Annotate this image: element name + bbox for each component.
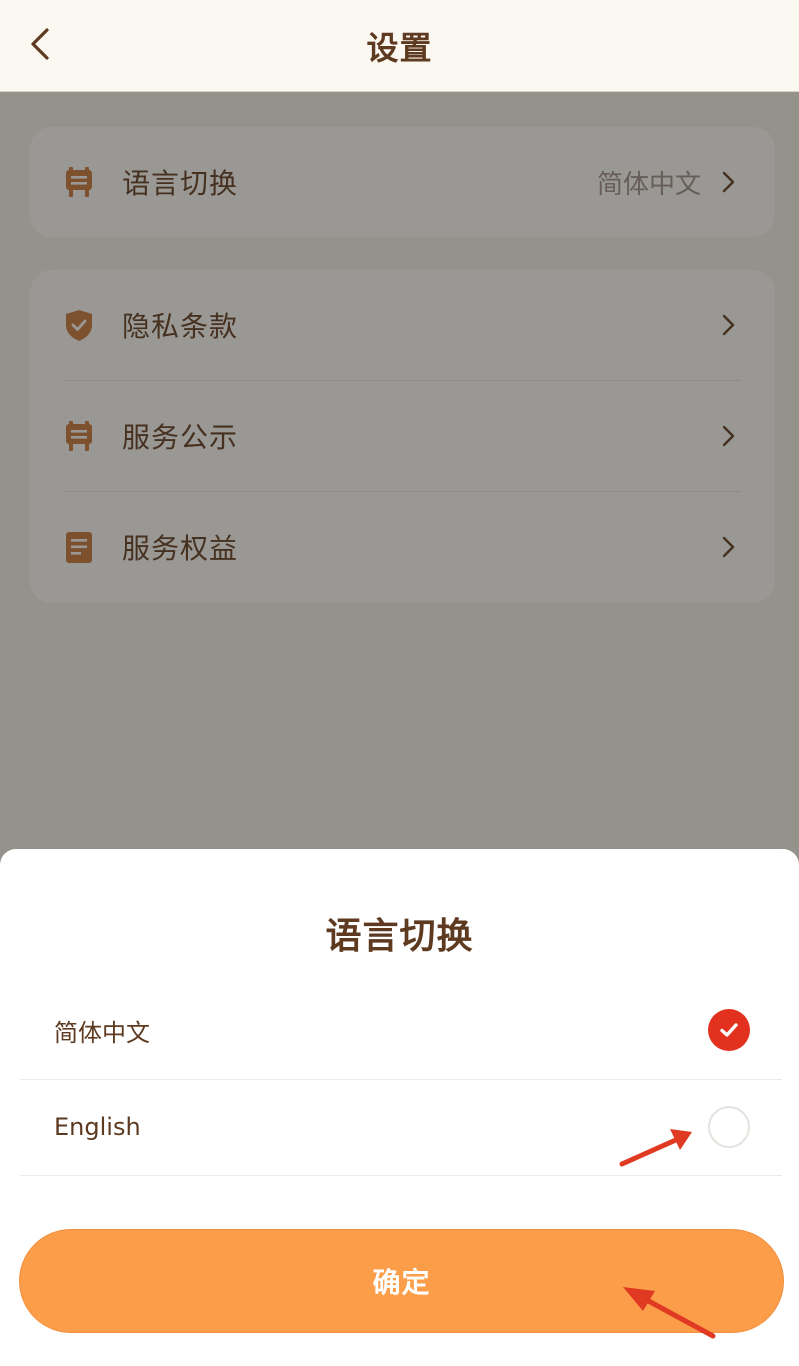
language-option-label: English xyxy=(54,1113,141,1141)
language-option-label: 简体中文 xyxy=(54,1018,150,1047)
radio-unchecked-icon[interactable] xyxy=(708,1106,750,1148)
sheet-title: 语言切换 xyxy=(325,916,474,957)
language-option-english[interactable]: English xyxy=(20,1079,782,1175)
app-header: 设置 xyxy=(0,0,799,92)
confirm-button[interactable]: 确定 xyxy=(19,1229,784,1333)
checkmark-icon xyxy=(720,1023,738,1037)
radio-checked-icon[interactable] xyxy=(708,1009,750,1051)
page-title: 设置 xyxy=(366,29,433,67)
language-option-simplified-chinese[interactable]: 简体中文 xyxy=(20,982,782,1078)
option-divider xyxy=(20,1175,782,1176)
